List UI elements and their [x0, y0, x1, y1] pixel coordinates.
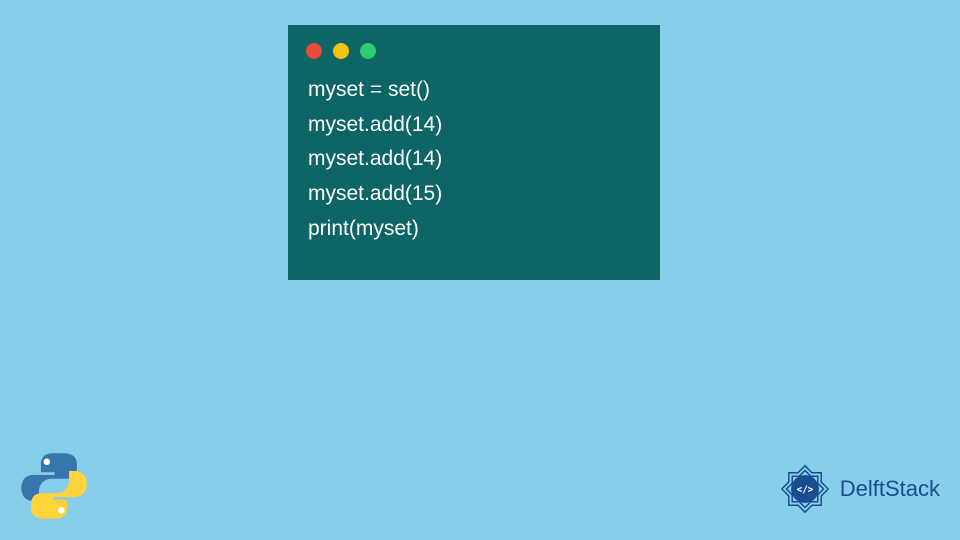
code-content: myset = set() myset.add(14) myset.add(14… — [304, 73, 644, 246]
delftstack-logo: </> DelftStack — [776, 460, 940, 518]
delftstack-text: DelftStack — [840, 476, 940, 502]
code-line: print(myset) — [308, 212, 644, 247]
code-line: myset.add(14) — [308, 108, 644, 143]
code-line: myset.add(14) — [308, 142, 644, 177]
code-line: myset = set() — [308, 73, 644, 108]
svg-text:</>: </> — [796, 484, 813, 495]
code-line: myset.add(15) — [308, 177, 644, 212]
maximize-icon — [360, 43, 376, 59]
delftstack-icon: </> — [776, 460, 834, 518]
code-window: myset = set() myset.add(14) myset.add(14… — [288, 25, 660, 280]
close-icon — [306, 43, 322, 59]
python-logo-icon — [18, 450, 90, 522]
window-controls — [304, 43, 644, 59]
minimize-icon — [333, 43, 349, 59]
